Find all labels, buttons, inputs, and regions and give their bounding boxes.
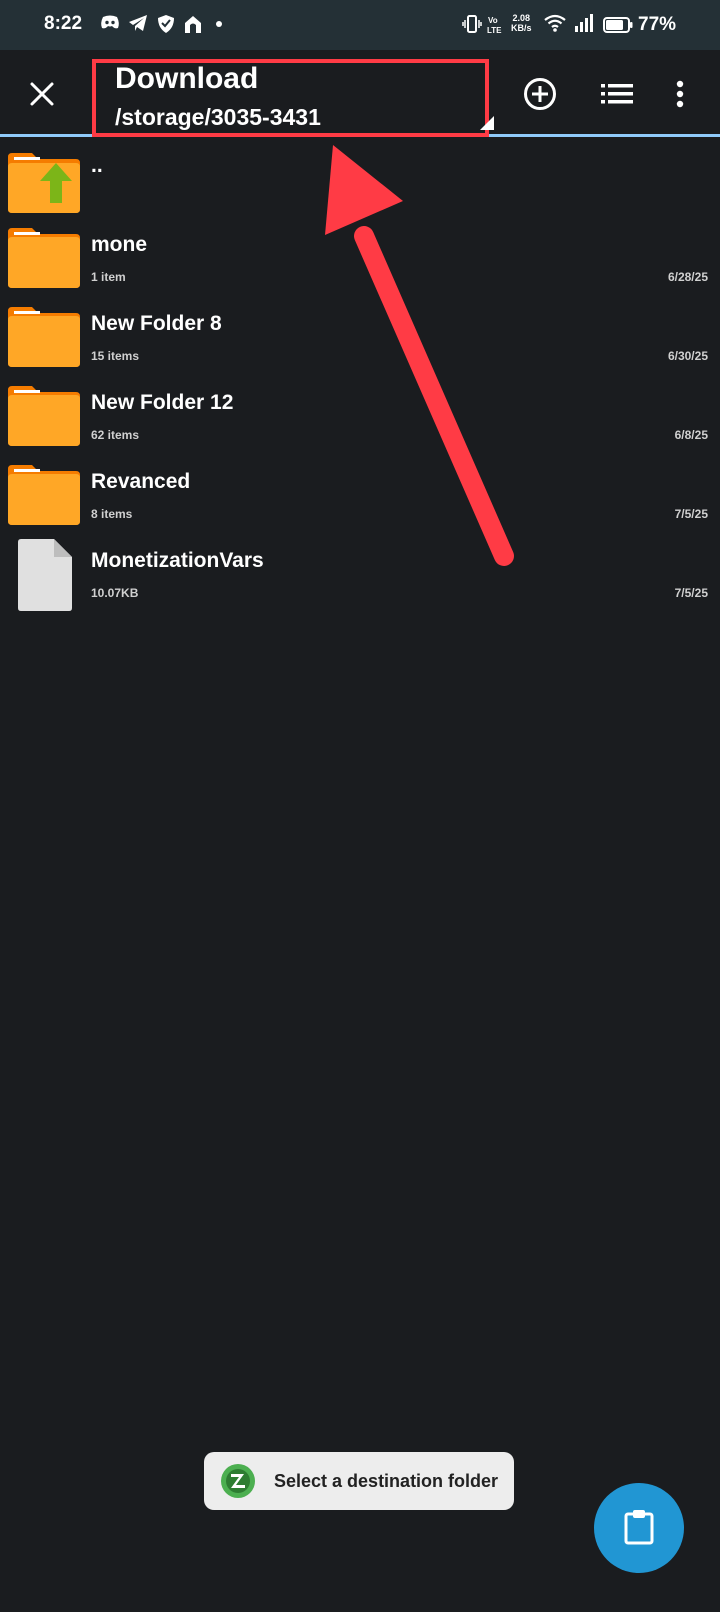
toast-message: Select a destination folder [274,1471,499,1491]
svg-text:LTE: LTE [487,26,502,35]
file-meta: 15 items [91,349,140,363]
battery-icon [603,17,633,33]
folder-icon [8,465,80,525]
battery-percent: 77% [638,14,677,35]
annotation-arrow-icon [325,145,514,566]
clipboard-icon [624,1510,654,1545]
folder-up-icon [8,153,80,213]
status-bar: 8:22 Vo LTE 2.08 KB/s 77% [0,0,720,50]
toast: Select a destination folder [204,1452,514,1510]
file-meta: 1 item [91,270,126,284]
vibrate-icon [462,15,482,33]
network-speed: 2.08 KB/s [511,13,532,33]
file-meta: 62 items [91,428,140,442]
file-date: 6/30/25 [667,349,708,363]
signal-icon [575,14,593,32]
wifi-icon [544,14,566,32]
volte-icon: Vo LTE [487,16,502,35]
status-time: 8:22 [44,13,83,34]
dropdown-corner-icon[interactable] [480,116,494,130]
svg-text:Vo: Vo [488,16,498,25]
app-bar: Download /storage/3035-3431 [0,50,720,137]
file-name: New Folder 12 [91,391,234,414]
folder-path[interactable]: /storage/3035-3431 [115,104,321,131]
folder-icon [8,307,80,367]
file-date: 7/5/25 [674,586,708,600]
shield-icon [158,15,174,33]
file-meta: 8 items [91,507,133,521]
folder-icon [8,228,80,288]
folder-title[interactable]: Download [115,62,258,96]
network-speed-value: 2.08 [512,13,531,23]
file-name: .. [91,154,103,177]
file-name: MonetizationVars [91,549,264,572]
close-icon[interactable] [22,74,62,114]
add-folder-icon[interactable] [523,77,557,111]
folder-icon [8,386,80,446]
discord-icon [101,15,119,29]
dot-icon [216,21,222,27]
more-options-icon[interactable] [676,80,684,108]
home-icon [185,16,201,33]
file-date: 6/8/25 [674,428,708,442]
file-name: New Folder 8 [91,312,222,335]
file-meta: 10.07KB [91,586,139,600]
file-date: 7/5/25 [674,507,708,521]
file-date: 6/28/25 [667,270,708,284]
file-name: mone [91,233,148,256]
network-speed-unit: KB/s [511,23,532,33]
paste-button[interactable] [594,1483,684,1573]
file-icon [18,539,72,611]
file-name: Revanced [91,470,191,493]
zarchiver-logo-icon [221,1464,255,1498]
telegram-icon [129,15,147,31]
list-view-icon[interactable] [601,83,633,105]
